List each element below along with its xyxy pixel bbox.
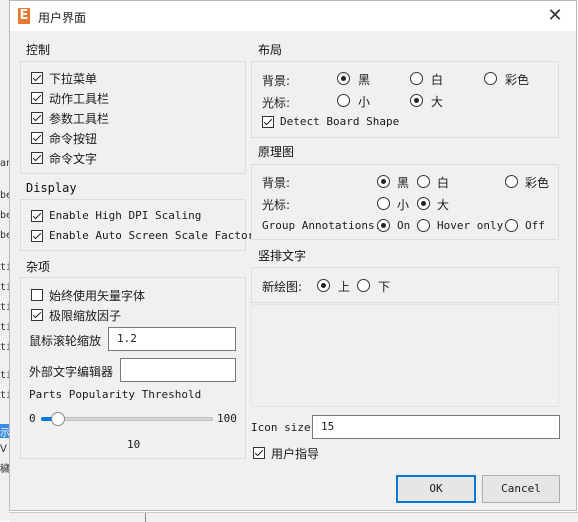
vector-font-label: 始终使用矢量字体 [49,289,146,303]
group-annotations-off-label: Off [525,219,545,232]
parameter-toolbar-label: 参数工具栏 [49,112,110,126]
layout-bg-black-radio[interactable] [337,72,350,85]
layout-bg-color-label: 彩色 [505,73,530,87]
command-text-checkbox[interactable] [31,152,43,164]
schematic-cursor-label: 光标: [262,198,291,212]
auto-scale-checkbox[interactable] [31,230,43,242]
layout-cursor-large-label: 大 [431,95,444,109]
user-guide-label: 用户指导 [271,447,320,461]
group-annotations-off-radio[interactable] [505,219,518,232]
window-title: 用户界面 [38,11,87,25]
command-buttons-checkbox[interactable] [31,132,43,144]
schematic-section-title: 原理图 [258,145,295,159]
icon-size-label: Icon size [251,421,311,434]
schematic-cursor-small-radio[interactable] [377,197,390,210]
layout-background-label: 背景: [262,74,291,88]
ok-button[interactable]: OK [396,475,476,503]
parts-threshold-slider-track[interactable] [41,417,213,421]
layout-cursor-large-radio[interactable] [410,94,423,107]
group-annotations-hover-label: Hover only [437,219,504,232]
layout-cursor-label: 光标: [262,96,291,110]
title-bar: E 用户界面 ✕ [10,1,576,31]
layout-bg-white-radio[interactable] [410,72,423,85]
slider-min-label: 0 [29,412,36,425]
command-buttons-label: 命令按钮 [49,132,98,146]
action-toolbar-checkbox[interactable] [31,92,43,104]
icon-size-input[interactable]: 15 [312,415,560,439]
schematic-cursor-small-label: 小 [397,198,410,212]
detect-board-shape-label: Detect Board Shape [280,115,400,128]
high-dpi-label: Enable High DPI Scaling [49,209,202,222]
slider-max-label: 100 [217,412,237,425]
bg-fragment: ᐯ [0,444,7,455]
vertical-text-section-title: 竖排文字 [258,249,307,263]
group-annotations-label: Group Annotations: [262,219,382,232]
scale-factor-checkbox[interactable] [31,309,43,321]
group-annotations-on-label: On [397,219,411,232]
detect-board-shape-checkbox[interactable] [262,116,274,128]
layout-cursor-small-label: 小 [358,95,371,109]
auto-scale-label: Enable Auto Screen Scale Factor [49,229,255,242]
high-dpi-checkbox[interactable] [31,210,43,222]
layout-section-title: 布局 [258,43,283,57]
schematic-cursor-large-radio[interactable] [417,197,430,210]
cancel-button[interactable]: Cancel [482,475,560,503]
wheel-zoom-label: 鼠标滚轮缩放 [29,334,102,348]
parameter-toolbar-checkbox[interactable] [31,112,43,124]
schematic-bg-black-label: 黑 [397,176,410,190]
dropdown-menu-label: 下拉菜单 [49,72,98,86]
wheel-zoom-input[interactable]: 1.2 [108,327,236,351]
schematic-bg-white-radio[interactable] [417,175,430,188]
control-group: 下拉菜单 动作工具栏 参数工具栏 命令按钮 命令文字 [20,61,246,174]
parts-threshold-label: Parts Popularity Threshold [29,388,202,401]
schematic-bg-white-label: 白 [437,176,450,190]
parts-threshold-slider-thumb[interactable] [51,412,66,426]
vector-font-checkbox[interactable] [31,289,43,301]
dropdown-menu-checkbox[interactable] [31,72,43,84]
external-editor-input[interactable] [120,358,236,382]
empty-panel [251,304,559,407]
close-icon[interactable]: ✕ [545,6,565,26]
external-editor-label: 外部文字编辑器 [29,365,114,379]
layout-group: 背景: 黑 白 彩色 光标: 小 大 Detect Board Shape [251,61,559,138]
vertical-text-down-radio[interactable] [357,279,370,292]
new-drawing-label: 新绘图: [262,280,303,294]
action-toolbar-label: 动作工具栏 [49,92,110,106]
slider-value-label: 10 [127,438,141,451]
display-section-title: Display [26,181,77,195]
misc-section-title: 杂项 [26,260,51,274]
group-annotations-hover-radio[interactable] [417,219,430,232]
vertical-text-group: 新绘图: 上 下 [251,267,559,303]
layout-cursor-small-radio[interactable] [337,94,350,107]
schematic-bg-color-label: 彩色 [525,176,550,190]
command-text-label: 命令文字 [49,152,98,166]
misc-group: 始终使用矢量字体 极限缩放因子 鼠标滚轮缩放 1.2 外部文字编辑器 Parts… [20,277,246,459]
user-guide-checkbox[interactable] [253,447,265,459]
user-interface-dialog: E 用户界面 ✕ 控制 下拉菜单 动作工具栏 参数工具栏 命令按钮 命令文字 D… [9,0,577,511]
scale-factor-label: 极限缩放因子 [49,309,122,323]
schematic-cursor-large-label: 大 [437,198,450,212]
control-section-title: 控制 [26,43,51,57]
app-icon: E [18,8,30,24]
group-annotations-on-radio[interactable] [377,219,390,232]
layout-bg-white-label: 白 [431,73,444,87]
vertical-text-up-label: 上 [338,280,351,294]
background-window-strip: an bes be be ti ti ti ti ti ti ti 示 ᐯ 穢 [0,0,18,521]
vertical-text-up-radio[interactable] [317,279,330,292]
schematic-background-label: 背景: [262,176,291,190]
display-group: Enable High DPI Scaling Enable Auto Scre… [20,199,254,251]
layout-bg-black-label: 黑 [358,73,371,87]
vertical-text-down-label: 下 [378,280,391,294]
schematic-group: 背景: 黑 白 彩色 光标: 小 大 Group Annotations: On… [251,164,559,240]
schematic-bg-color-radio[interactable] [505,175,518,188]
bg-fragment-selected: 示 [0,424,10,439]
layout-bg-color-radio[interactable] [484,72,497,85]
schematic-bg-black-radio[interactable] [377,175,390,188]
